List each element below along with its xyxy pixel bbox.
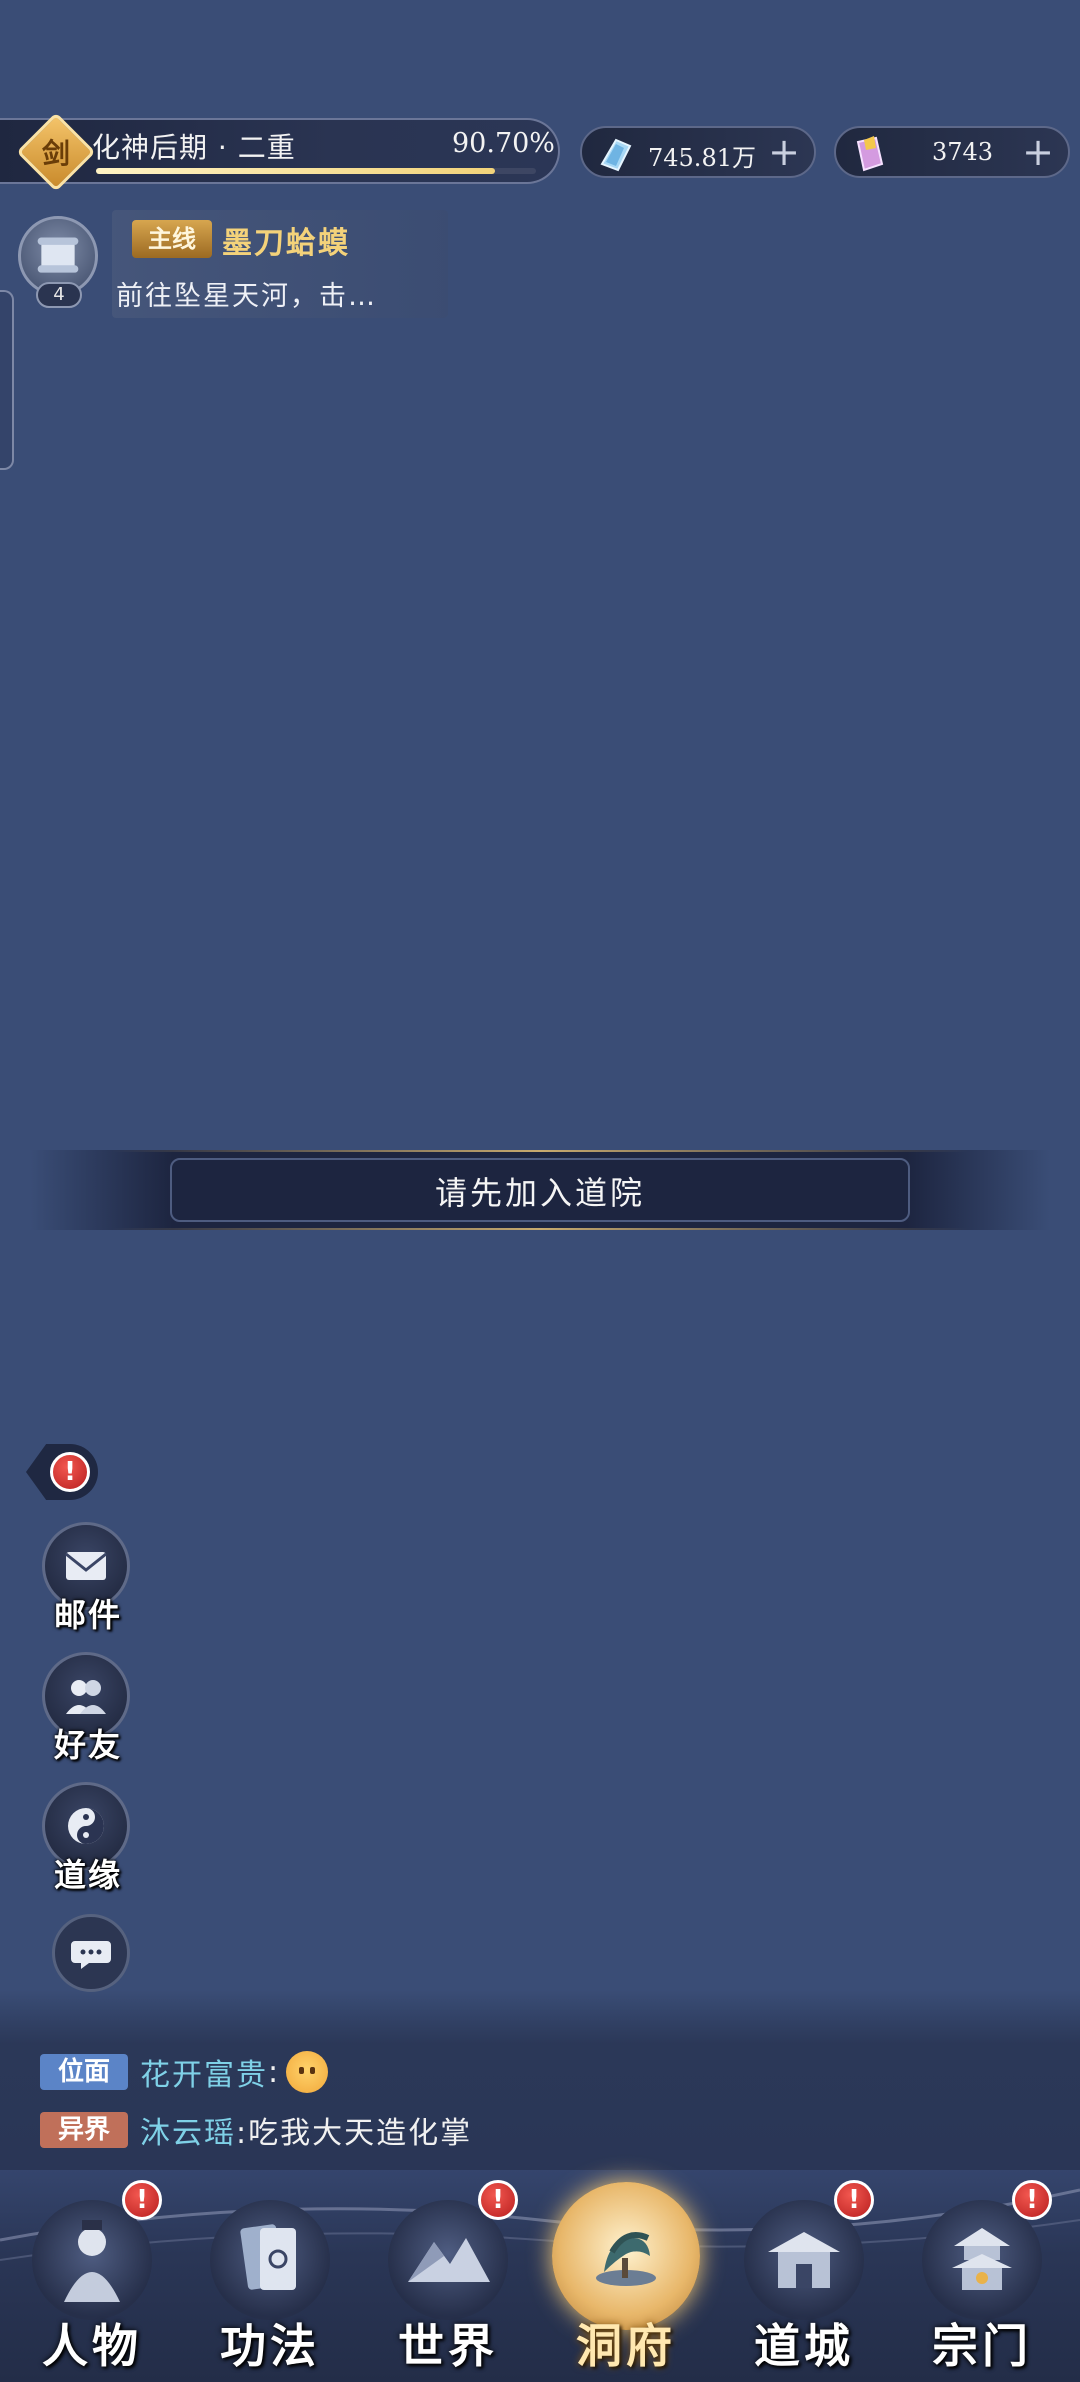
fate-label: 道缘 bbox=[53, 1856, 122, 1894]
nav-world-badge: ! bbox=[478, 2180, 518, 2220]
nav-skills-label: 功法 bbox=[220, 2319, 320, 2373]
chat-channel-tag: 异界 bbox=[40, 2112, 128, 2148]
gold-currency[interactable]: 3743 + bbox=[834, 126, 1070, 178]
gold-ticket-icon bbox=[856, 136, 884, 172]
realm-label: 化神后期 · 二重 bbox=[92, 131, 296, 164]
realm-progress-fill bbox=[96, 168, 496, 174]
chat-channel-tag: 位面 bbox=[40, 2054, 128, 2090]
chat-button[interactable] bbox=[52, 1914, 130, 1992]
quest-tag: 主线 bbox=[132, 220, 212, 258]
add-gold-button[interactable]: + bbox=[1022, 132, 1054, 172]
nav-character-badge: ! bbox=[122, 2180, 162, 2220]
chat-sender[interactable]: 沐云瑶 bbox=[140, 2108, 236, 2152]
quest-title: 墨刀蛤蟆 bbox=[222, 226, 350, 261]
mail-label: 邮件 bbox=[53, 1596, 122, 1634]
nav-sect-badge: ! bbox=[1012, 2180, 1052, 2220]
quest-count: 4 bbox=[36, 282, 82, 308]
nav-world-label: 世界 bbox=[398, 2319, 498, 2373]
realm-percent: 90.70% bbox=[452, 128, 555, 159]
yin-yang-icon bbox=[68, 1808, 104, 1844]
jade-crystal-icon bbox=[600, 138, 632, 172]
side-drawer-handle[interactable] bbox=[0, 290, 14, 470]
envelope-icon bbox=[65, 1552, 107, 1580]
chat-message: :吃我大天造化掌 bbox=[236, 2116, 473, 2151]
quest-description: 前往坠星天河，击… bbox=[116, 281, 377, 312]
smile-emoji-icon bbox=[286, 2051, 329, 2093]
nav-city-label: 道城 bbox=[754, 2319, 854, 2373]
friends-label: 好友 bbox=[53, 1726, 122, 1764]
friends-icon bbox=[66, 1680, 106, 1714]
jade-currency[interactable]: 745.81万 + bbox=[580, 126, 816, 178]
chat-bubble-icon bbox=[71, 1941, 111, 1969]
nav-character-label: 人物 bbox=[42, 2319, 142, 2373]
chat-sender[interactable]: 花开富贵 bbox=[140, 2050, 268, 2094]
nav-sect-label: 宗门 bbox=[932, 2319, 1032, 2373]
nav-skills[interactable]: 功法 bbox=[190, 2190, 350, 2380]
jade-amount: 745.81万 bbox=[648, 144, 756, 172]
gold-amount: 3743 bbox=[932, 138, 994, 166]
nav-cave-dwelling[interactable]: 洞府 bbox=[546, 2182, 706, 2380]
chat-line: 位面 花开富贵 : bbox=[40, 2050, 329, 2094]
nav-cave-dwelling-label: 洞府 bbox=[576, 2319, 676, 2373]
alert-badge: ! bbox=[50, 1452, 90, 1492]
nav-city-badge: ! bbox=[834, 2180, 874, 2220]
sword-icon: 剑 bbox=[41, 137, 70, 170]
banner-text: 请先加入道院 bbox=[434, 1174, 645, 1212]
cave-dwelling-icon bbox=[552, 2182, 700, 2330]
chat-line: 异界 沐云瑶 :吃我大天造化掌 bbox=[40, 2108, 473, 2152]
scroll-cards-icon bbox=[210, 2200, 330, 2320]
chat-message: : bbox=[268, 2054, 281, 2090]
add-jade-button[interactable]: + bbox=[768, 132, 800, 172]
realm-progress-bar bbox=[96, 168, 536, 174]
